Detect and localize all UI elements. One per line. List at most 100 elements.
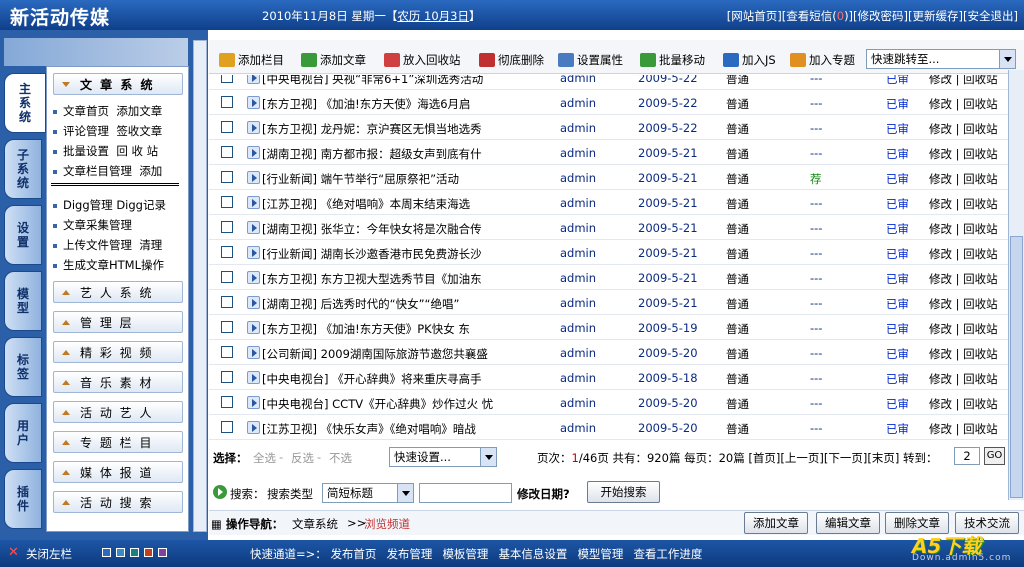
article-title-link[interactable]: [中央电视台] 央视“非常6+1”深圳选秀活动 <box>262 75 554 87</box>
group-management[interactable]: 管 理 层 <box>53 311 183 333</box>
theme-color-1[interactable] <box>102 548 111 557</box>
row-checkbox[interactable] <box>221 321 233 333</box>
scroll-thumb[interactable] <box>1010 236 1023 498</box>
row-checkbox[interactable] <box>221 371 233 383</box>
quick-template-manage[interactable]: 模板管理 <box>442 547 488 561</box>
quick-publish-home[interactable]: 发布首页 <box>330 547 376 561</box>
menu-column-management[interactable]: 文章栏目管理 <box>63 164 132 178</box>
article-title-link[interactable]: [江苏卫视] 《绝对唱响》本周末结束海选 <box>262 196 554 212</box>
article-title-link[interactable]: [中央电视台] 《开心辞典》将来重庆寻高手 <box>262 371 554 387</box>
group-media-reports[interactable]: 媒 体 报 道 <box>53 461 183 483</box>
edit-article-button[interactable]: 编辑文章 <box>816 512 880 534</box>
row-actions[interactable]: 修改 | 回收站 <box>929 96 998 112</box>
set-attributes-button[interactable]: 设置属性 <box>558 52 623 68</box>
expand-icon[interactable] <box>247 146 260 159</box>
row-checkbox[interactable] <box>221 146 233 158</box>
search-type-select[interactable]: 简短标题 <box>322 483 414 503</box>
article-title-link[interactable]: [湖南卫视] 张华立：今年快女将是次融合传 <box>262 221 554 237</box>
article-status-link[interactable]: 已审 <box>886 221 909 237</box>
expand-icon[interactable] <box>247 196 260 209</box>
add-column-button[interactable]: 添加栏目 <box>219 52 284 68</box>
article-status-link[interactable]: 已审 <box>886 346 909 362</box>
logout-link[interactable]: [安全退出] <box>963 9 1018 23</box>
menu-comments[interactable]: 评论管理 <box>63 124 109 138</box>
row-actions[interactable]: 修改 | 回收站 <box>929 396 998 412</box>
group-music[interactable]: 音 乐 素 材 <box>53 371 183 393</box>
row-actions[interactable]: 修改 | 回收站 <box>929 346 998 362</box>
article-title-link[interactable]: [公司新闻] 2009湖南国际旅游节邀您共襄盛 <box>262 346 554 362</box>
article-title-link[interactable]: [湖南卫视] 南方都市报：超级女声到底有什 <box>262 146 554 162</box>
last-page-link[interactable]: [末页] <box>867 451 899 465</box>
row-actions[interactable]: 修改 | 回收站 <box>929 221 998 237</box>
article-status-link[interactable]: 已审 <box>886 421 909 437</box>
row-checkbox[interactable] <box>221 271 233 283</box>
row-checkbox[interactable] <box>221 246 233 258</box>
article-status-link[interactable]: 已审 <box>886 246 909 262</box>
next-page-link[interactable]: [下一页] <box>824 451 867 465</box>
article-status-link[interactable]: 已审 <box>886 121 909 137</box>
article-status-link[interactable]: 已审 <box>886 146 909 162</box>
quick-settings-select[interactable]: 快速设置... <box>389 447 497 467</box>
row-checkbox[interactable] <box>221 296 233 308</box>
menu-digg-log[interactable]: Digg记录 <box>116 198 166 212</box>
row-checkbox[interactable] <box>221 396 233 408</box>
move-to-recycle-button[interactable]: 放入回收站 <box>384 52 461 68</box>
article-title-link[interactable]: [东方卫视] 《加油!东方天使》海选6月启 <box>262 96 554 112</box>
menu-cleanup[interactable]: 清理 <box>139 238 162 252</box>
menu-collection[interactable]: 文章采集管理 <box>63 218 132 232</box>
quick-model-manage[interactable]: 模型管理 <box>577 547 623 561</box>
article-status-link[interactable]: 已审 <box>886 96 909 112</box>
expand-icon[interactable] <box>247 346 260 359</box>
article-status-link[interactable]: 已审 <box>886 271 909 287</box>
article-title-link[interactable]: [行业新闻] 湖南长沙邀香港市民免费游长沙 <box>262 246 554 262</box>
tab-settings[interactable]: 设置 <box>4 205 42 265</box>
breadcrumb-article-system[interactable]: 文章系统 <box>292 516 338 532</box>
row-actions[interactable]: 修改 | 回收站 <box>929 421 998 437</box>
start-search-button[interactable]: 开始搜索 <box>587 481 660 503</box>
messages-link[interactable]: [查看短信(0)] <box>782 9 853 23</box>
update-cache-link[interactable]: [更新缓存] <box>908 9 963 23</box>
expand-icon[interactable] <box>247 221 260 234</box>
expand-icon[interactable] <box>247 396 260 409</box>
tab-plugins[interactable]: 插件 <box>4 469 42 529</box>
menu-add-column[interactable]: 添加 <box>139 164 162 178</box>
group-event-search[interactable]: 活 动 搜 索 <box>53 491 183 513</box>
search-input[interactable] <box>419 483 512 503</box>
article-title-link[interactable]: [东方卫视] 《加油!东方天使》PK快女 东 <box>262 321 554 337</box>
select-none-link[interactable]: 不选 <box>329 450 352 466</box>
expand-icon[interactable] <box>247 271 260 284</box>
expand-icon[interactable] <box>247 121 260 134</box>
quick-publish-manage[interactable]: 发布管理 <box>386 547 432 561</box>
expand-icon[interactable] <box>247 296 260 309</box>
article-title-link[interactable]: [湖南卫视] 后选秀时代的“快女”“绝唱” <box>262 296 554 312</box>
row-actions[interactable]: 修改 | 回收站 <box>929 371 998 387</box>
row-actions[interactable]: 修改 | 回收站 <box>929 246 998 262</box>
theme-color-4[interactable] <box>144 548 153 557</box>
add-topic-button[interactable]: 加入专题 <box>790 52 855 68</box>
expand-icon[interactable] <box>247 421 260 434</box>
row-checkbox[interactable] <box>221 196 233 208</box>
quick-jump-select[interactable]: 快速跳转至... <box>866 49 1016 69</box>
change-password-link[interactable]: [修改密码] <box>853 9 908 23</box>
row-actions[interactable]: 修改 | 回收站 <box>929 75 998 87</box>
right-scrollbar[interactable] <box>1008 70 1024 500</box>
article-status-link[interactable]: 已审 <box>886 75 909 87</box>
row-actions[interactable]: 修改 | 回收站 <box>929 296 998 312</box>
row-checkbox[interactable] <box>221 171 233 183</box>
menu-batch-settings[interactable]: 批量设置 <box>63 144 109 158</box>
article-status-link[interactable]: 已审 <box>886 321 909 337</box>
close-icon[interactable]: ✕ <box>8 545 19 560</box>
menu-generate-html[interactable]: 生成文章HTML操作 <box>63 258 164 272</box>
row-actions[interactable]: 修改 | 回收站 <box>929 321 998 337</box>
menu-upload-files[interactable]: 上传文件管理 <box>63 238 132 252</box>
batch-move-button[interactable]: 批量移动 <box>640 52 705 68</box>
first-page-link[interactable]: [首页] <box>748 451 780 465</box>
article-title-link[interactable]: [江苏卫视] 《快乐女声》《绝对唱响》暗战 <box>262 421 554 437</box>
left-scrollbar[interactable] <box>193 40 207 532</box>
menu-add-article[interactable]: 添加文章 <box>116 104 162 118</box>
article-status-link[interactable]: 已审 <box>886 396 909 412</box>
expand-icon[interactable] <box>247 321 260 334</box>
quick-basic-settings[interactable]: 基本信息设置 <box>498 547 567 561</box>
add-js-button[interactable]: 加入JS <box>723 52 776 68</box>
group-event-artists[interactable]: 活 动 艺 人 <box>53 401 183 423</box>
